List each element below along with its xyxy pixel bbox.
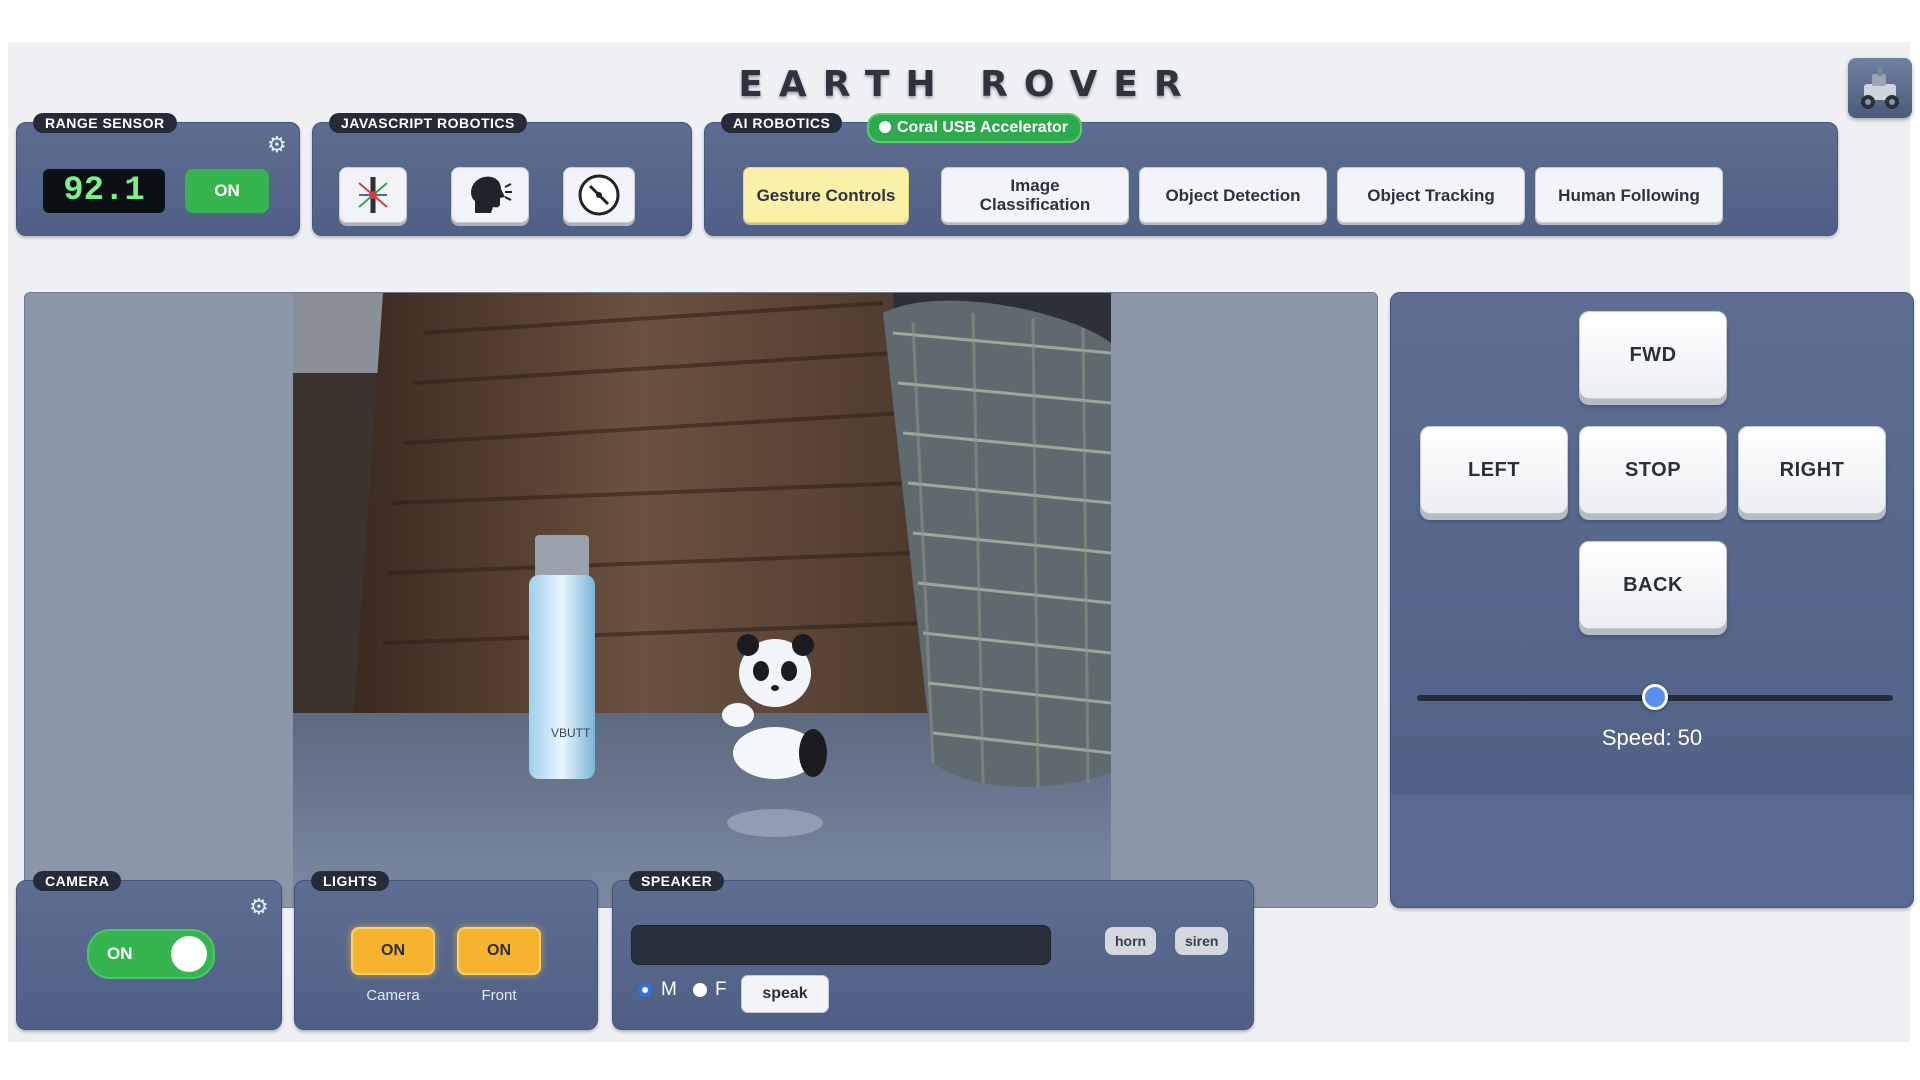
object-detection-label: Object Detection bbox=[1165, 185, 1301, 205]
lights-panel: LIGHTS ON Camera ON Front bbox=[294, 871, 598, 1030]
voice-speaking-icon bbox=[471, 176, 512, 213]
siren-button[interactable]: siren bbox=[1175, 927, 1229, 955]
toggle-knob bbox=[171, 936, 207, 972]
human-following-label: Human Following bbox=[1558, 185, 1700, 205]
left-button[interactable]: LEFT bbox=[1420, 426, 1568, 514]
drive-panel-footer bbox=[1391, 795, 1913, 907]
robot-avatar[interactable] bbox=[1848, 58, 1912, 118]
camera-panel: CAMERA ⚙ ON bbox=[16, 871, 282, 1030]
joystick-button[interactable] bbox=[339, 167, 407, 223]
camera-video-feed[interactable]: VBUTT bbox=[293, 293, 1111, 907]
page-title: EARTH ROVER bbox=[738, 64, 1198, 105]
object-detection-button[interactable]: Object Detection bbox=[1139, 167, 1327, 223]
coral-accelerator-label: Coral USB Accelerator bbox=[897, 119, 1069, 136]
range-sensor-toggle-button[interactable]: ON bbox=[185, 169, 269, 213]
voice-male-radio[interactable] bbox=[638, 983, 652, 997]
gesture-controls-button[interactable]: Gesture Controls bbox=[743, 167, 909, 223]
image-classification-label: Image Classification bbox=[979, 176, 1091, 214]
voice-command-button[interactable] bbox=[451, 167, 529, 223]
camera-light-caption: Camera bbox=[366, 987, 420, 1004]
ai-robotics-label: AI ROBOTICS bbox=[721, 113, 843, 133]
horn-button[interactable]: horn bbox=[1105, 927, 1157, 955]
back-button[interactable]: BACK bbox=[1579, 541, 1727, 629]
range-sensor-panel: RANGE SENSOR ⚙ 92.1 ON bbox=[16, 113, 300, 236]
coral-accelerator-badge: Coral USB Accelerator bbox=[867, 113, 1083, 143]
human-following-button[interactable]: Human Following bbox=[1535, 167, 1723, 223]
status-dot-icon bbox=[879, 121, 891, 133]
speak-button[interactable]: speak bbox=[741, 975, 829, 1013]
voice-female-label: F bbox=[715, 979, 727, 1000]
voice-male-label: M bbox=[661, 979, 677, 1000]
speed-slider-thumb[interactable] bbox=[1642, 684, 1668, 710]
camera-settings-gear-icon[interactable]: ⚙ bbox=[249, 897, 269, 919]
object-tracking-button[interactable]: Object Tracking bbox=[1337, 167, 1525, 223]
speed-slider[interactable] bbox=[1417, 684, 1893, 710]
speaker-panel: SPEAKER horn siren M F speak bbox=[612, 871, 1254, 1030]
voice-female-radio[interactable] bbox=[693, 983, 707, 997]
ai-robotics-panel: AI ROBOTICS Coral USB Accelerator Gestur… bbox=[704, 113, 1838, 236]
camera-toggle[interactable]: ON bbox=[87, 929, 215, 979]
joystick-icon bbox=[358, 177, 388, 213]
camera-label: CAMERA bbox=[33, 871, 122, 891]
speaker-label: SPEAKER bbox=[629, 871, 725, 891]
lights-label: LIGHTS bbox=[311, 871, 390, 891]
range-value: 92.1 bbox=[43, 169, 165, 213]
front-light-caption: Front bbox=[481, 987, 517, 1004]
compass-button[interactable] bbox=[563, 167, 635, 223]
object-tracking-label: Object Tracking bbox=[1367, 185, 1495, 205]
speed-label: Speed: 50 bbox=[1601, 725, 1703, 750]
javascript-robotics-panel: JAVASCRIPT ROBOTICS bbox=[312, 113, 692, 236]
video-feed-panel: VBUTT bbox=[24, 292, 1378, 908]
front-light-button[interactable]: ON bbox=[457, 927, 541, 975]
gesture-controls-label: Gesture Controls bbox=[756, 185, 896, 205]
speech-text-input[interactable] bbox=[631, 925, 1051, 965]
app-root: EARTH ROVER RANGE SENSOR ⚙ 92.1 ON JAVAS… bbox=[8, 42, 1914, 1042]
right-button[interactable]: RIGHT bbox=[1738, 426, 1886, 514]
range-settings-gear-icon[interactable]: ⚙ bbox=[267, 135, 287, 157]
camera-light-button[interactable]: ON bbox=[351, 927, 435, 975]
compass-icon bbox=[578, 174, 620, 216]
camera-frame-image: VBUTT bbox=[293, 293, 1111, 907]
bottle-text: VBUTT bbox=[551, 726, 591, 740]
drive-controls-panel: FWD LEFT STOP RIGHT BACK Speed: 50 bbox=[1390, 292, 1914, 908]
javascript-robotics-label: JAVASCRIPT ROBOTICS bbox=[329, 113, 527, 133]
camera-toggle-label: ON bbox=[107, 944, 133, 963]
range-sensor-label: RANGE SENSOR bbox=[33, 113, 177, 133]
image-classification-button[interactable]: Image Classification bbox=[941, 167, 1129, 223]
robot-icon bbox=[1861, 66, 1899, 109]
forward-button[interactable]: FWD bbox=[1579, 311, 1727, 399]
stop-button[interactable]: STOP bbox=[1579, 426, 1727, 514]
